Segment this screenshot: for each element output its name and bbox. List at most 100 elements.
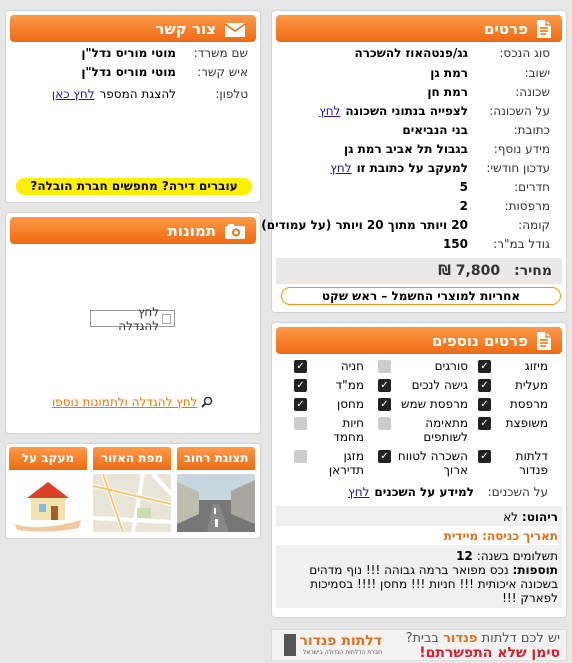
detail-label: כתובת: — [513, 122, 550, 137]
house-in-hand-image — [9, 474, 87, 532]
unchecked-box-icon: ✓ — [294, 417, 307, 430]
detail-row: מידע נוסף: בגבול תל אביב רמת גן — [344, 139, 550, 158]
checkmark-icon: ✓ — [478, 360, 491, 373]
phone-reveal-link[interactable]: לחץ כאן — [52, 87, 95, 101]
camera-icon — [225, 223, 245, 239]
feature-item: ✓ סורגים — [378, 359, 468, 373]
main-photo-alt: לחץ להגדלה — [118, 304, 160, 333]
moving-banner[interactable]: עוברים דירה? מחפשים חברת הובלה? — [16, 178, 252, 195]
feature-label: השכרה לטווח ארוך — [397, 449, 468, 477]
extra-info-box: ריהוט: לא תאריך כניסה: מיידית תשלומים בש… — [276, 506, 562, 608]
unchecked-box-icon: ✓ — [378, 417, 391, 430]
detail-label: חדרים: — [514, 179, 550, 194]
detail-label: מרפסות: — [504, 198, 550, 213]
detail-row: כתובת: בני הנביאים — [402, 120, 550, 139]
details-panel: פרטים סוג הנכס: גג/פנטהאוז להשכרה ישוב: רמת… — [261, 10, 567, 313]
checkmark-icon: ✓ — [378, 450, 391, 463]
detail-label: מידע נוסף: — [493, 141, 550, 156]
checkmark-icon: ✓ — [478, 417, 491, 430]
advertiser-label: שם משרד: — [193, 45, 248, 60]
price-box: מחיר: 7,800 ₪ — [276, 258, 562, 284]
document-icon — [537, 331, 551, 350]
more-photos-link[interactable]: לחץ להגדלה ולתמונות נוספו — [52, 395, 197, 409]
thumb-property-tracking-caption: מעקב על הנכס — [9, 447, 87, 470]
thumb-property-tracking[interactable]: מעקב על הנכס — [9, 447, 87, 532]
detail-link[interactable]: לחץ — [319, 104, 340, 118]
extra-details-header: פרטים נוספים — [276, 327, 562, 354]
feature-label: סורגים — [434, 359, 468, 373]
detail-row: עדכון חודשי: למעקב על כתובת זו לחץ — [330, 158, 550, 177]
contact-header: צור קשר — [10, 15, 256, 42]
ad-line-1-start: יש לכם דלתות — [481, 631, 560, 646]
detail-label: על השכונה: — [489, 103, 550, 118]
photos-panel: תמונות לחץ להגדלה לחץ להגדלה ולתמונות נו… — [5, 212, 261, 434]
detail-value: למעקב על כתובת זו — [356, 160, 468, 175]
phone-text: להצגת המספר — [99, 86, 176, 101]
extra-details-panel: פרטים נוספים ✓ מיזוג ✓ סורגים ✓ חניה ✓ מעלית ✓ גי… — [271, 322, 567, 618]
detail-row: מרפסות: 2 — [460, 196, 550, 215]
thumb-street-view[interactable]: תצוגת רחוב — [177, 447, 255, 532]
feature-label: דלתות פנדור — [515, 449, 548, 477]
feature-item: ✓ מיזוג — [478, 359, 548, 373]
photos-header: תמונות — [10, 217, 256, 244]
price-value: 7,800 ₪ — [438, 263, 501, 279]
furniture-label: ריהוט: — [521, 509, 558, 524]
feature-label: מרפסת — [509, 397, 548, 411]
zoom-icon[interactable] — [201, 396, 213, 408]
entry-date-value: מיידית — [443, 528, 479, 543]
feature-label: משופצת — [505, 416, 548, 430]
feature-item: ✓ חניה — [294, 359, 364, 373]
pandor-door-icon — [284, 634, 297, 656]
feature-item: ✓ חיות מחמד — [294, 416, 364, 444]
feature-label: מתאימה לשותפים — [423, 416, 468, 444]
detail-value: 5 — [459, 179, 468, 194]
ad-line-2: סימן שלא התפשרתם! — [419, 645, 560, 661]
phone-row: טלפון: להצגת המספר לחץ כאן — [52, 84, 248, 103]
checkmark-icon: ✓ — [478, 450, 491, 463]
advertiser-row: שם משרד: מוטי מוריס נדל"ן — [81, 43, 248, 62]
payments-label: תשלומים בשנה: — [476, 548, 558, 563]
detail-row: שכונה: רמת חן — [427, 82, 550, 101]
detail-row: ישוב: רמת גן — [430, 63, 550, 82]
detail-link[interactable]: לחץ — [330, 161, 351, 175]
checkmark-icon: ✓ — [478, 398, 491, 411]
thumb-area-map[interactable]: מפת האזור — [93, 447, 171, 532]
detail-value: 2 — [459, 198, 468, 213]
envelope-icon — [224, 22, 246, 37]
price-label: מחיר: — [514, 263, 552, 279]
feature-item: ✓ השכרה לטווח ארוך — [378, 449, 468, 477]
furniture-value: לא — [503, 509, 518, 524]
checkmark-icon: ✓ — [294, 398, 307, 411]
agent-label: איש קשר: — [197, 64, 248, 79]
document-icon — [537, 19, 551, 38]
detail-label: ישוב: — [524, 65, 550, 80]
thumbs-panel: תצוגת רחוב מפת האזור מעקב על הנכס — [5, 443, 261, 539]
detail-row: קומה: 20 ויותר מתוך 20 ויותר (על עמודים) — [261, 215, 550, 234]
detail-label: שכונה: — [515, 84, 550, 99]
thumb-area-map-caption: מפת האזור — [93, 447, 171, 470]
feature-item: ✓ משופצת — [478, 416, 548, 430]
agent-row: איש קשר: מוטי מוריס נדל"ן — [81, 62, 248, 81]
pandor-ad-banner[interactable]: יש לכם דלתות פנדור בבית? סימן שלא התפשרת… — [271, 629, 567, 661]
detail-row: גודל במ"ר: 150 — [443, 234, 550, 253]
detail-value: 20 ויותר מתוך 20 ויותר (על עמודים) — [261, 217, 468, 232]
detail-value: גג/פנטהאוז להשכרה — [354, 45, 468, 60]
feature-label: מיזוג — [524, 359, 548, 373]
feature-label: מחסן — [336, 397, 364, 411]
warranty-banner[interactable]: אחריות למוצרי החשמל – ראש שקט — [281, 287, 561, 305]
main-photo-placeholder[interactable]: לחץ להגדלה — [90, 305, 175, 333]
entry-date-label: תאריך כניסה: — [482, 528, 558, 543]
feature-label: מעלית — [514, 378, 548, 392]
advertiser-value: מוטי מוריס נדל"ן — [81, 45, 176, 60]
checkmark-icon: ✓ — [294, 379, 307, 392]
detail-value: בני הנביאים — [402, 122, 468, 137]
neighbors-label: על השכנים: — [487, 484, 548, 499]
neighbors-link[interactable]: לחץ — [348, 485, 369, 499]
feature-item: ✓ גישה לנכים — [378, 378, 468, 392]
feature-label: חיות מחמד — [333, 416, 364, 444]
detail-value: רמת חן — [427, 84, 468, 99]
detail-label: סוג הנכס: — [499, 45, 550, 60]
checkmark-icon: ✓ — [378, 398, 391, 411]
unchecked-box-icon: ✓ — [378, 360, 391, 373]
payments-value: 12 — [456, 548, 473, 563]
